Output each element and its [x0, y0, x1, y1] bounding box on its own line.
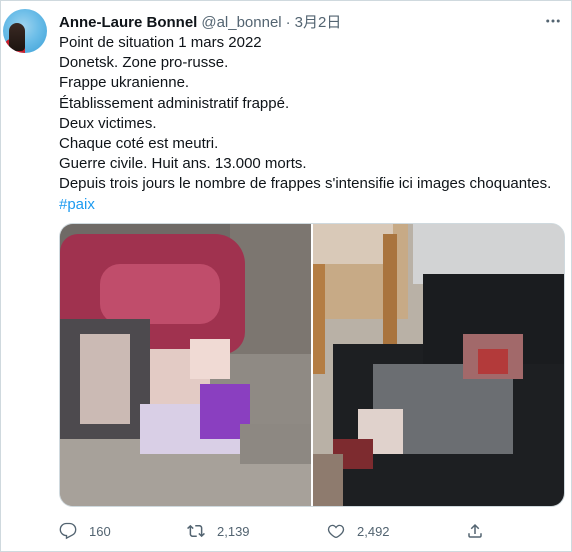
like-button[interactable]: 2,492	[327, 521, 390, 541]
tweet-line: Point de situation 1 mars 2022	[59, 34, 262, 51]
photo-left[interactable]	[60, 224, 311, 506]
separator-dot: ·	[285, 14, 291, 31]
share-icon	[466, 522, 484, 540]
retweet-icon	[187, 522, 205, 540]
media-grid	[59, 223, 565, 507]
tweet-card: Anne-Laure Bonnel @al_bonnel · 3月2日 Poin…	[0, 0, 572, 552]
tweet-line: Chaque coté est meutri.	[59, 135, 219, 153]
retweet-button[interactable]: 2,139	[187, 521, 250, 541]
reply-button[interactable]: 160	[59, 521, 111, 541]
share-button[interactable]	[466, 521, 484, 541]
like-icon	[327, 522, 345, 540]
more-icon[interactable]	[543, 11, 563, 31]
tweet-line: Établissement administratif frappé.	[59, 94, 290, 112]
tweet-line: Donetsk. Zone pro-russe.	[59, 54, 229, 72]
tweet-line: Deux victimes.	[59, 114, 157, 132]
reply-count: 160	[89, 523, 111, 539]
tweet-date[interactable]: 3月2日	[295, 11, 342, 32]
tweet-line: Frappe ukranienne.	[59, 74, 190, 92]
tweet-line: Guerre civile. Huit ans. 13.000 morts.	[59, 155, 307, 173]
hashtag-link[interactable]: #paix	[59, 195, 564, 215]
action-bar: 160 2,139 2,492	[1, 521, 572, 541]
author-name[interactable]: Anne-Laure Bonnel	[59, 14, 197, 31]
reply-icon	[59, 522, 77, 540]
tweet-text: Point de situation 1 mars 2022 Donetsk. …	[59, 33, 564, 215]
tweet-line: Depuis trois jours le nombre de frappes …	[59, 175, 552, 193]
photo-right[interactable]	[313, 224, 564, 506]
avatar[interactable]	[3, 9, 47, 53]
retweet-count: 2,139	[217, 523, 250, 539]
author-handle[interactable]: @al_bonnel	[201, 14, 281, 31]
like-count: 2,492	[357, 523, 390, 539]
tweet-header: Anne-Laure Bonnel @al_bonnel · 3月2日	[59, 11, 341, 31]
